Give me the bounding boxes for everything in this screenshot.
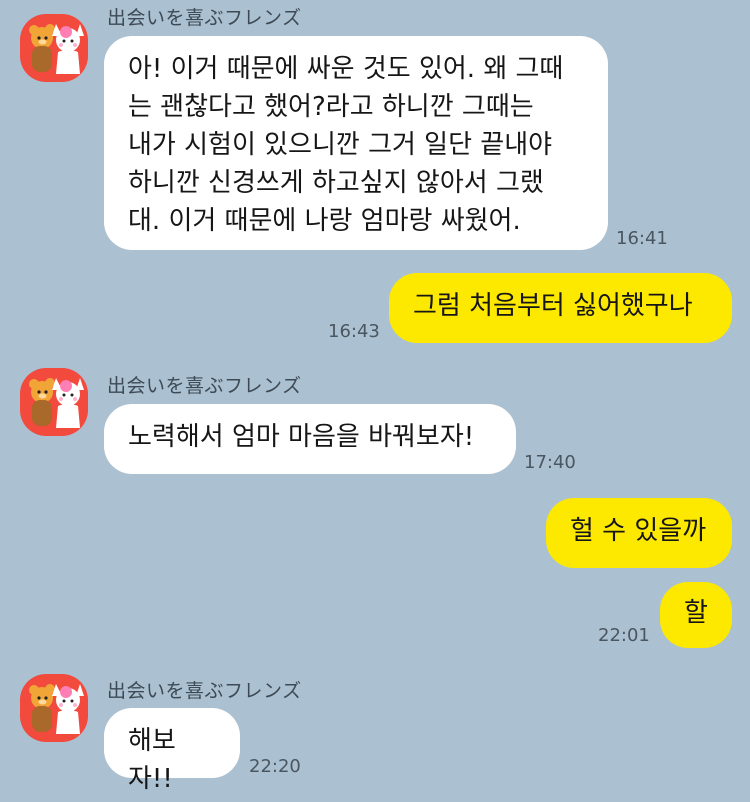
message-time: 22:20 — [249, 756, 301, 777]
sender-name: 出会いを喜ぶフレンズ — [107, 680, 302, 702]
incoming-message-bubble[interactable]: 아! 이거 때문에 싸운 것도 있어. 왜 그때 는 괜찮다고 했어?라고 하니… — [104, 36, 608, 250]
sender-name: 出会いを喜ぶフレンズ — [107, 7, 302, 29]
friend-avatar-icon[interactable] — [20, 368, 88, 436]
message-time: 16:43 — [328, 321, 380, 342]
incoming-message-bubble[interactable]: 해보자!! — [104, 708, 240, 794]
message-time: 17:40 — [524, 452, 576, 473]
outgoing-message-bubble[interactable]: 그럼 처음부터 싫어했구나 — [389, 273, 732, 343]
friend-avatar-icon[interactable] — [20, 674, 88, 742]
outgoing-message-bubble[interactable]: 헐 수 있을까 — [546, 498, 732, 568]
chat-room: 出会いを喜ぶフレンズ 아! 이거 때문에 싸운 것도 있어. 왜 그때 는 괜찮… — [0, 0, 750, 802]
message-time: 22:01 — [598, 625, 650, 646]
friend-avatar-icon[interactable] — [20, 14, 88, 82]
message-time: 16:41 — [616, 228, 668, 249]
outgoing-message-bubble[interactable]: 할 — [660, 582, 732, 648]
incoming-message-bubble[interactable]: 노력해서 엄마 마음을 바꿔보자! — [104, 404, 516, 474]
sender-name: 出会いを喜ぶフレンズ — [107, 375, 302, 397]
